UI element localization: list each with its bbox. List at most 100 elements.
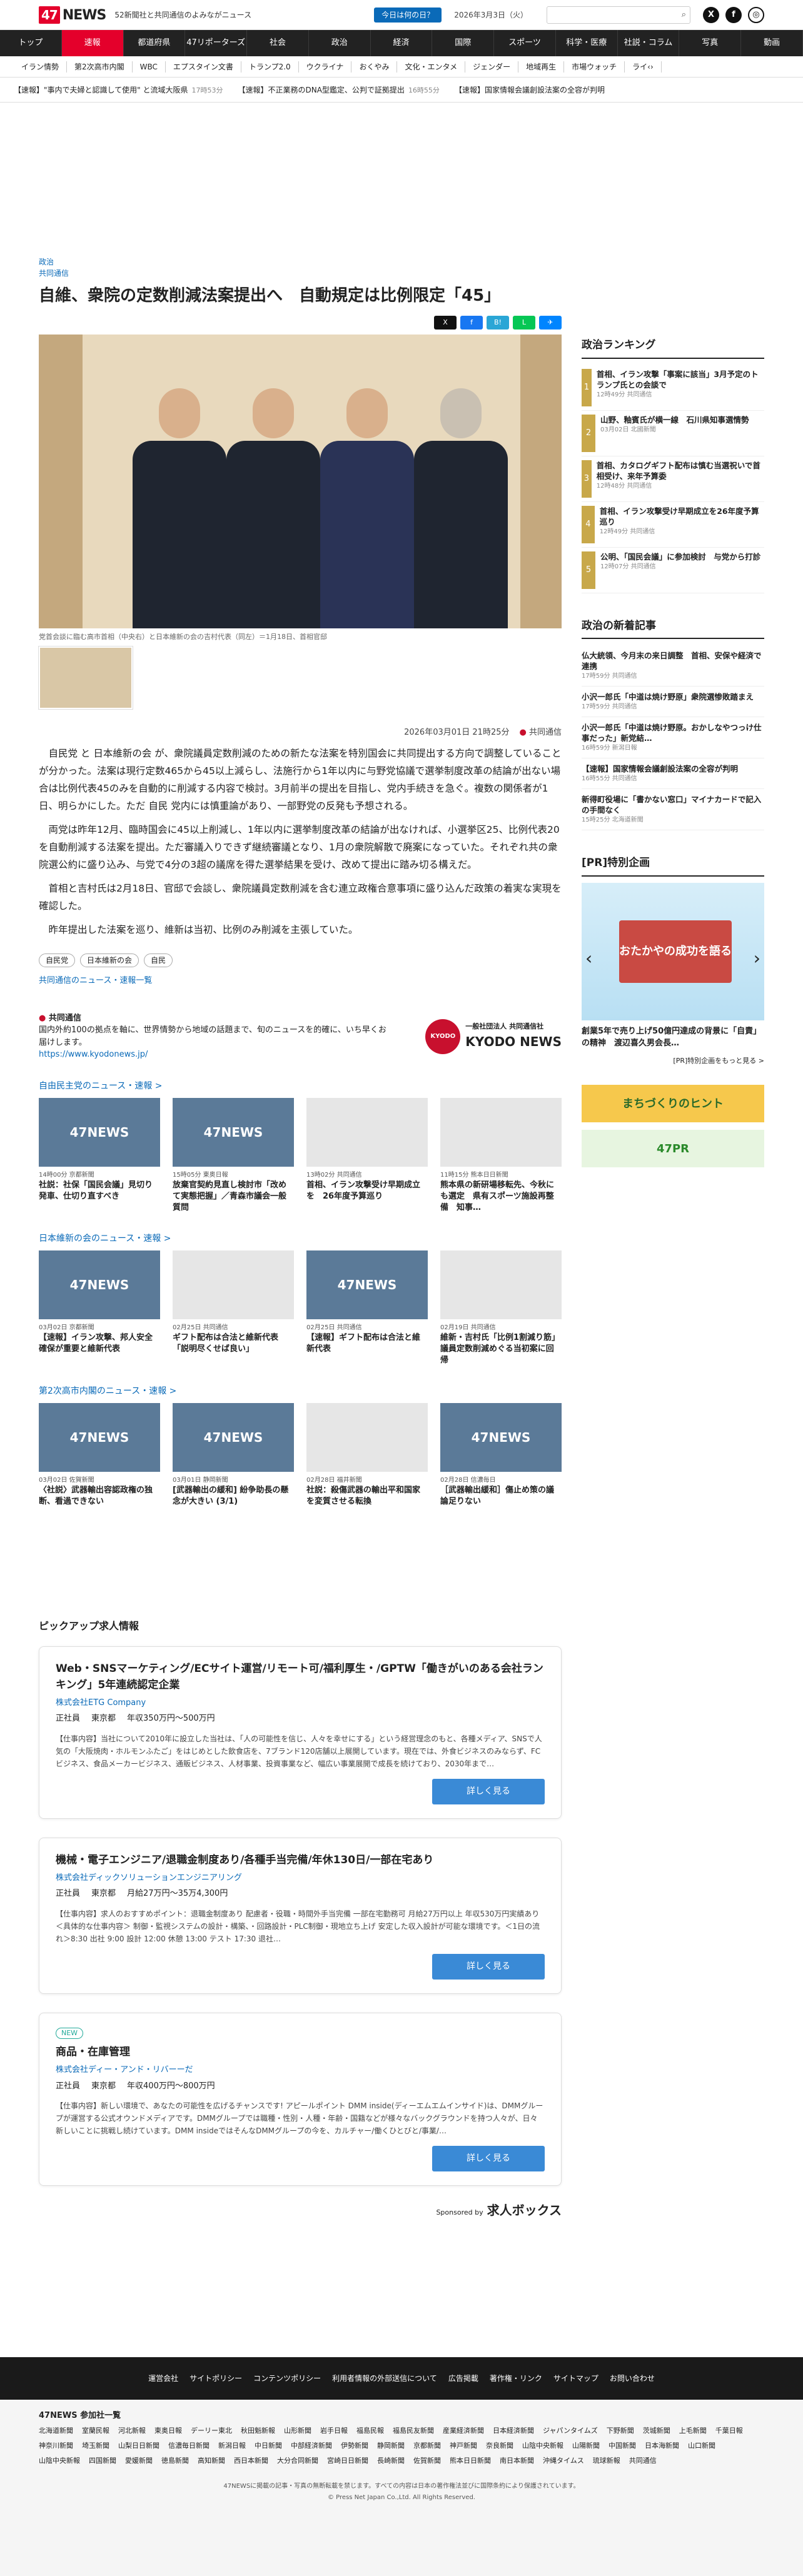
member-link[interactable]: 山陽新聞 <box>572 2442 600 2450</box>
tag-chip[interactable]: 自民 <box>144 953 173 967</box>
footer-link[interactable]: コンテンツポリシー <box>253 2373 321 2384</box>
member-link[interactable]: 山陰中央新報 <box>522 2442 563 2450</box>
nav-item[interactable]: 47リポーターズ <box>185 30 248 56</box>
nav-item[interactable]: 都道府県 <box>124 30 186 56</box>
pr-caption[interactable]: 創業5年で売り上げ50億円達成の背景に「自責」の精神 渡辺喜久男会長… <box>582 1025 764 1050</box>
topic-item[interactable]: エプスタイン文書 <box>166 61 241 73</box>
member-link[interactable]: 日本経済新聞 <box>493 2427 534 2435</box>
new-article-item[interactable]: 仏大統領、今月末の来日調整 首相、安保や経済で連携 17時59分 共同通信 <box>582 645 764 687</box>
job-title[interactable]: Web・SNSマーケティング/ECサイト運営/リモート可/福利厚生・/GPTW「… <box>56 1661 545 1693</box>
member-link[interactable]: 茨城新聞 <box>643 2427 670 2435</box>
new-article-item[interactable]: 小沢一郎氏「中道は焼け野原」衆院選惨敗踏まえ 17時59分 共同通信 <box>582 687 764 717</box>
nav-item[interactable]: 政治 <box>309 30 371 56</box>
topic-item[interactable]: トランプ2.0 <box>241 61 299 73</box>
ticker-item[interactable]: 【速報】国家情報会議創設法案の全容が判明 <box>455 84 609 96</box>
globe-icon[interactable]: ◎ <box>748 7 764 23</box>
member-link[interactable]: 南日本新聞 <box>500 2457 534 2465</box>
source-news-link[interactable]: 共同通信のニュース・速報一覧 <box>39 975 562 987</box>
member-link[interactable]: 東奥日報 <box>154 2427 182 2435</box>
news-card[interactable]: 02月19日 共同通信 維新・吉村氏「比例1割減り筋」議員定数削減めぐる当初案に回… <box>440 1250 562 1366</box>
source-label[interactable]: 共同通信 <box>39 268 562 279</box>
news-card[interactable]: 47NEWS 03月02日 佐賀新聞 〈社説〉武器輸出容認政権の独断、看過できない <box>39 1402 160 1519</box>
member-link[interactable]: 奈良新聞 <box>486 2442 513 2450</box>
footer-link[interactable]: 広告掲載 <box>448 2373 478 2384</box>
nav-item[interactable]: 社会 <box>247 30 309 56</box>
ranking-item[interactable]: 3 首相、カタログギフト配布は慎む当選祝いで首相受け、来年予算委 12時48分 共同… <box>582 456 764 502</box>
news-card[interactable]: 47NEWS 03月02日 京都新聞 【速報】イラン攻撃、邦人安全確保が重要と維新代… <box>39 1250 160 1366</box>
nav-item[interactable]: 国際 <box>432 30 495 56</box>
topic-item[interactable]: ライ‹› <box>625 61 662 73</box>
member-link[interactable]: 共同通信 <box>629 2457 657 2465</box>
topic-item[interactable]: ウクライナ <box>299 61 352 73</box>
sponsor-brand[interactable]: 求人ボックス <box>487 2203 562 2218</box>
kyodo-logo[interactable]: KYODO 一般社団法人 共同通信社 KYODO NEWS <box>425 1012 562 1061</box>
ticker-item[interactable]: 【速報】"事内で夫婦と認識して使用" と流域大阪県 17時53分 <box>14 84 223 96</box>
section-title[interactable]: 日本維新の会のニュース・速報 > <box>39 1232 562 1245</box>
member-link[interactable]: 山梨日日新聞 <box>118 2442 159 2450</box>
member-link[interactable]: 福島民友新聞 <box>393 2427 434 2435</box>
x-icon[interactable]: X <box>703 7 719 23</box>
member-link[interactable]: ジャパンタイムズ <box>543 2427 598 2435</box>
member-link[interactable]: 上毛新聞 <box>679 2427 707 2435</box>
footer-link[interactable]: 利用者情報の外部送信について <box>332 2373 437 2384</box>
news-card[interactable]: 47NEWS 14時00分 京都新聞 社説：社保「国民会議」見切り発車、仕切り直すべ… <box>39 1097 160 1214</box>
member-link[interactable]: 琉球新報 <box>593 2457 620 2465</box>
member-link[interactable]: 神戸新聞 <box>450 2442 477 2450</box>
topic-item[interactable]: 文化・エンタメ <box>397 61 466 73</box>
search-icon[interactable]: ⌕ <box>682 9 686 21</box>
news-card[interactable]: 47NEWS 02月25日 共同通信 【速報】ギフト配布は合法と維新代表 <box>306 1250 428 1366</box>
member-link[interactable]: 四国新聞 <box>89 2457 116 2465</box>
member-link[interactable]: 伊勢新聞 <box>341 2442 368 2450</box>
topic-item[interactable]: 地域再生 <box>518 61 565 73</box>
pr-more-link[interactable]: [PR]特別企画をもっと見る > <box>582 1056 764 1067</box>
member-link[interactable]: 下野新聞 <box>607 2427 634 2435</box>
nav-item[interactable]: 動画 <box>741 30 803 56</box>
detail-button[interactable]: 詳しく見る <box>432 1778 545 1804</box>
topic-item[interactable]: ジェンダー <box>465 61 519 73</box>
ranking-item[interactable]: 1 首相、イラン攻撃「事案に該当」3月予定のトランプ氏との会談で 12時49分 共同… <box>582 365 764 411</box>
member-link[interactable]: 岩手日報 <box>320 2427 348 2435</box>
ranking-item[interactable]: 4 首相、イラン攻撃受け早期成立を26年度予算巡り 12時49分 共同通信 <box>582 502 764 548</box>
job-title[interactable]: 商品・在庫管理 <box>56 2044 545 2060</box>
share-line-icon[interactable]: L <box>513 316 535 330</box>
member-link[interactable]: 中部経済新聞 <box>291 2442 332 2450</box>
job-title[interactable]: 機械・電子エンジニア/退職金制度あり/各種手当完備/年休130日/一部在宅あり <box>56 1852 545 1868</box>
member-link[interactable]: 山口新聞 <box>688 2442 715 2450</box>
nav-item[interactable]: 写真 <box>679 30 742 56</box>
carousel-prev-icon[interactable]: ‹ <box>585 945 592 972</box>
search-input[interactable]: ⌕ <box>547 6 690 24</box>
section-title[interactable]: 第2次高市内閣のニュース・速報 > <box>39 1385 562 1398</box>
banner-machizukuri[interactable]: まちづくりのヒント <box>582 1085 764 1122</box>
ranking-item[interactable]: 5 公明、「国民会議」に参加検討 与党から打診 12時07分 共同通信 <box>582 548 764 593</box>
company-name[interactable]: 株式会社ETG Company <box>56 1697 545 1709</box>
site-logo[interactable]: 47 NEWS <box>39 5 106 26</box>
news-card[interactable]: 02月25日 共同通信 ギフト配布は合法と維新代表「説明尽くせば良い」 <box>173 1250 294 1366</box>
member-link[interactable]: 山形新聞 <box>284 2427 311 2435</box>
member-link[interactable]: 沖縄タイムス <box>543 2457 584 2465</box>
member-link[interactable]: 高知新聞 <box>198 2457 225 2465</box>
news-card[interactable]: 02月28日 福井新聞 社説：殺傷武器の輸出平和国家を変質させる転換 <box>306 1402 428 1519</box>
member-link[interactable]: 中国新聞 <box>609 2442 636 2450</box>
member-link[interactable]: 産業経済新聞 <box>443 2427 484 2435</box>
member-link[interactable]: 京都新聞 <box>413 2442 441 2450</box>
source-url[interactable]: https://www.kyodonews.jp/ <box>39 1050 148 1059</box>
new-article-item[interactable]: 小沢一郎氏「中道は焼け野原。おかしなやつっけ仕事だった」新党結… 16時59分 新… <box>582 717 764 758</box>
topic-item[interactable]: 第2次高市内閣 <box>67 61 133 73</box>
share-hatena-icon[interactable]: B! <box>487 316 509 330</box>
member-link[interactable]: 西日本新聞 <box>234 2457 268 2465</box>
member-link[interactable]: 徳島新聞 <box>161 2457 189 2465</box>
company-name[interactable]: 株式会社ディックソリューションエンジニアリング <box>56 1872 545 1884</box>
nav-item[interactable]: トップ <box>0 30 62 56</box>
carousel-next-icon[interactable]: › <box>754 945 760 972</box>
footer-link[interactable]: 運営会社 <box>148 2373 178 2384</box>
footer-link[interactable]: 著作権・リンク <box>490 2373 542 2384</box>
member-link[interactable]: 河北新報 <box>118 2427 146 2435</box>
nav-item[interactable]: 科学・医療 <box>556 30 618 56</box>
nav-item[interactable]: 速報 <box>61 30 124 56</box>
member-link[interactable]: 熊本日日新聞 <box>450 2457 491 2465</box>
topic-item[interactable]: イラン情勢 <box>14 61 68 73</box>
member-link[interactable]: 中日新聞 <box>255 2442 282 2450</box>
topic-item[interactable]: おくやみ <box>351 61 398 73</box>
nav-item[interactable]: 経済 <box>371 30 433 56</box>
ticker-item[interactable]: 【速報】不正業務のDNA型鑑定、公判で証拠提出 16時55分 <box>238 84 440 96</box>
